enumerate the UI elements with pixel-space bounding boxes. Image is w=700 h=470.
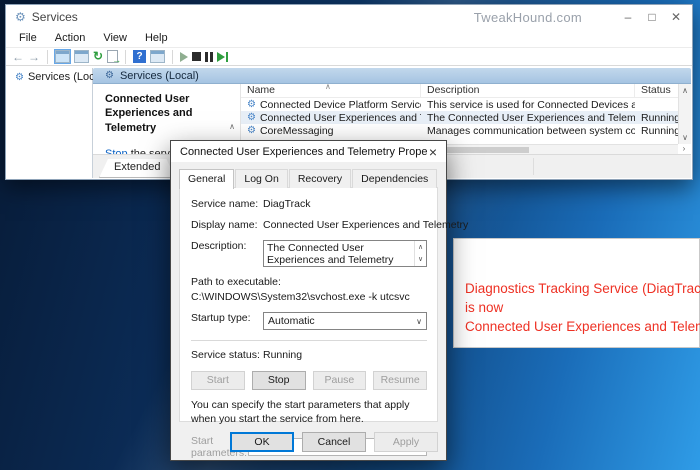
service-gear-icon: ⚙ [247,99,256,110]
service-gear-icon: ⚙ [247,125,256,136]
annotation-line-3: Connected User Experiences and Telemetry [465,317,699,336]
scroll-down-icon[interactable]: ∨ [418,254,423,266]
display-name-label: Display name: [191,219,263,231]
selected-service-title: Connected User Experiences and Telemetry [105,92,225,135]
properties-dialog: Connected User Experiences and Telemetry… [170,140,447,461]
scroll-right-icon[interactable]: › [678,144,690,154]
description-scrollbar[interactable]: ∧ ∨ [414,241,426,266]
path-to-executable-value: C:\WINDOWS\System32\svchost.exe -k utcsv… [191,291,427,303]
tree-item-services-local[interactable]: ⚙ Services (Local) [15,71,92,83]
forward-icon[interactable]: → [28,50,40,64]
tab-log-on[interactable]: Log On [235,169,287,188]
apply-button[interactable]: Apply [374,432,438,452]
annotation-line-2: is now [465,298,699,317]
tab-recovery[interactable]: Recovery [289,169,351,188]
resume-button[interactable]: Resume [373,371,427,390]
back-icon[interactable]: ← [12,50,24,64]
pause-button[interactable]: Pause [313,371,367,390]
list-header: ∧ Name Description Status [241,84,691,98]
export-list-icon[interactable] [107,50,118,63]
service-gear-icon: ⚙ [247,112,256,123]
pause-service-icon[interactable] [205,52,213,62]
general-tab-page: Service name: DiagTrack Display name: Co… [179,187,438,422]
dialog-footer: OK Cancel Apply [230,432,438,452]
description-field[interactable]: The Connected User Experiences and Telem… [263,240,427,267]
sort-ascending-icon: ∧ [325,82,331,91]
menu-action[interactable]: Action [46,32,95,44]
console-tree-panel: ⚙ Services (Local) [7,68,93,178]
menu-help[interactable]: Help [136,32,177,44]
refresh-icon[interactable]: ↻ [93,50,103,63]
annotation-line-1: Diagnostics Tracking Service (DiagTrack) [465,279,699,298]
gear-icon: ⚙ [105,70,114,81]
chevron-down-icon: ∨ [416,317,422,326]
table-row[interactable]: ⚙Connected Device Platform Service This … [241,98,691,111]
menu-view[interactable]: View [94,32,136,44]
scroll-up-icon[interactable]: ∧ [682,86,688,95]
stop-button[interactable]: Stop [252,371,306,390]
scroll-up-icon[interactable]: ∧ [229,122,235,131]
scroll-up-icon[interactable]: ∧ [418,242,423,254]
toolbar: ← → ↻ ? [6,47,692,66]
column-header-description[interactable]: Description [421,84,635,97]
ok-button[interactable]: OK [230,432,294,452]
startup-type-dropdown[interactable]: Automatic ∨ [263,312,427,330]
cancel-button[interactable]: Cancel [302,432,366,452]
service-status-label: Service status: [191,349,263,361]
table-row[interactable]: ⚙CoreMessaging Manages communication bet… [241,124,691,137]
service-name-label: Service name: [191,198,263,210]
show-console-tree-icon[interactable] [55,50,70,63]
startup-type-label: Startup type: [191,312,263,330]
help-icon[interactable]: ? [133,50,146,63]
window-title: Services [32,10,78,24]
pane-header-title: Services (Local) [120,70,199,82]
annotation-box: Diagnostics Tracking Service (DiagTrack)… [453,238,700,348]
scroll-down-icon[interactable]: ∨ [682,133,688,142]
properties-icon[interactable] [74,50,89,63]
dialog-titlebar: Connected User Experiences and Telemetry… [171,141,446,162]
column-header-name[interactable]: Name [241,84,421,97]
start-service-icon[interactable] [180,52,188,62]
pane-header: ⚙ Services (Local) [93,68,691,84]
table-row-selected[interactable]: ⚙Connected User Experiences and Telemetr… [241,111,691,124]
show-window-icon[interactable] [150,50,165,63]
menu-file[interactable]: File [10,32,46,44]
services-titlebar: ⚙ Services TweakHound.com – □ ✕ [6,5,692,29]
desktop-background: ⚙ Services TweakHound.com – □ ✕ File Act… [0,0,700,470]
vertical-scrollbar[interactable]: ∧ ∨ [678,84,691,144]
services-app-icon: ⚙ [15,10,26,24]
close-icon[interactable]: ✕ [664,10,688,24]
restart-service-icon[interactable] [217,52,228,62]
service-name-value: DiagTrack [263,198,427,210]
watermark-text: TweakHound.com [474,10,582,25]
tab-dependencies[interactable]: Dependencies [352,169,437,188]
start-button[interactable]: Start [191,371,245,390]
minimize-icon[interactable]: – [616,10,640,24]
menu-bar: File Action View Help [6,29,692,47]
service-status-value: Running [263,349,427,361]
dialog-tabs: General Log On Recovery Dependencies [171,162,446,188]
start-parameters-note: You can specify the start parameters tha… [191,398,427,426]
description-label: Description: [191,240,263,267]
close-icon[interactable]: × [427,145,439,159]
dialog-title: Connected User Experiences and Telemetry… [180,146,427,158]
tab-general[interactable]: General [179,169,234,189]
stop-service-icon[interactable] [192,52,201,61]
tab-extended[interactable]: Extended [99,159,175,178]
display-name-value: Connected User Experiences and Telemetry [263,219,468,231]
path-to-executable-label: Path to executable: [191,276,427,288]
maximize-icon[interactable]: □ [640,10,664,24]
gear-icon: ⚙ [15,72,24,83]
